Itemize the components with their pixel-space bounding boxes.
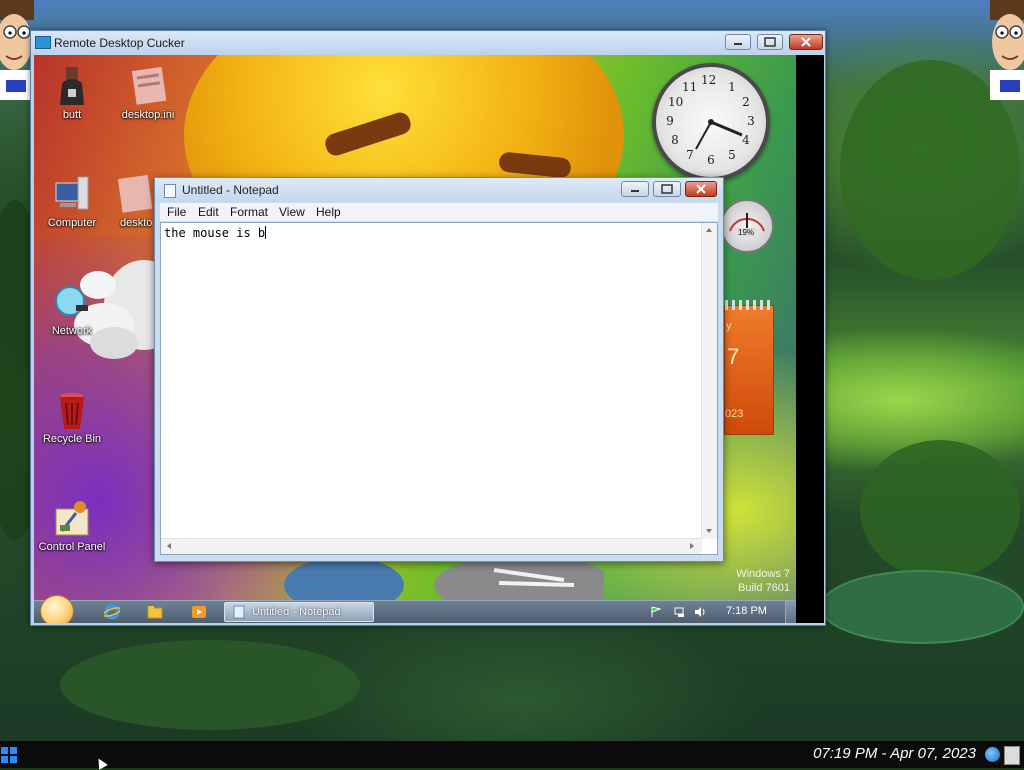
desktop-icon-control-panel[interactable]: Control Panel bbox=[36, 499, 108, 553]
action-center-flag-icon[interactable] bbox=[650, 606, 662, 618]
horizontal-scrollbar[interactable] bbox=[161, 538, 702, 554]
notepad-menubar: File Edit Format View Help bbox=[160, 203, 718, 222]
notepad-icon bbox=[233, 605, 245, 619]
desktop-icon-desktop-ini[interactable]: desktop.ini bbox=[112, 66, 184, 121]
rdp-close-button[interactable] bbox=[789, 34, 823, 50]
settings-file-icon bbox=[116, 175, 152, 213]
user-icon[interactable] bbox=[1004, 746, 1020, 765]
rdp-minimize-button[interactable] bbox=[725, 34, 751, 50]
calendar-gadget[interactable]: y 7 023 bbox=[724, 300, 774, 435]
scroll-up-arrow-icon[interactable] bbox=[706, 228, 712, 232]
menu-format[interactable]: Format bbox=[230, 205, 268, 219]
menu-view[interactable]: View bbox=[279, 205, 305, 219]
notepad-maximize-button[interactable] bbox=[653, 181, 681, 197]
computer-icon bbox=[54, 175, 90, 211]
rdp-window-title: Remote Desktop Cucker bbox=[54, 36, 185, 50]
rdp-session-canvas[interactable]: Windows 7 Build 7601 butt desktop.ini Co… bbox=[34, 55, 824, 623]
notepad-window[interactable]: Untitled - Notepad File Edit Format View… bbox=[154, 177, 724, 562]
desktop-icon-computer[interactable]: Computer bbox=[36, 175, 108, 229]
show-desktop-button[interactable] bbox=[785, 601, 796, 623]
host-taskbar[interactable]: 07:19 PM - Apr 07, 2023 bbox=[0, 741, 1024, 768]
menu-file[interactable]: File bbox=[167, 205, 186, 219]
globe-icon[interactable] bbox=[985, 747, 1000, 762]
network-tray-icon[interactable] bbox=[674, 606, 686, 618]
volume-icon[interactable] bbox=[694, 606, 706, 618]
notepad-title: Untitled - Notepad bbox=[182, 183, 279, 197]
notepad-minimize-button[interactable] bbox=[621, 181, 649, 197]
remote-desktop-icon bbox=[35, 36, 51, 49]
notepad-text-area[interactable]: the mouse is b bbox=[160, 222, 718, 555]
clock-gadget[interactable]: 12 1 2 3 4 5 6 7 8 9 10 11 bbox=[652, 63, 770, 181]
internet-explorer-icon[interactable] bbox=[104, 604, 120, 620]
windows-watermark: Windows 7 Build 7601 bbox=[736, 568, 790, 594]
network-icon bbox=[54, 283, 90, 319]
desktop-icon-network[interactable]: Network bbox=[36, 283, 108, 337]
start-orb-button[interactable] bbox=[40, 595, 74, 623]
file-explorer-icon[interactable] bbox=[147, 604, 163, 620]
remote-desktop-window[interactable]: Remote Desktop Cucker Windows 7 Build 76… bbox=[30, 30, 826, 626]
scroll-left-arrow-icon[interactable] bbox=[167, 543, 171, 549]
notepad-titlebar[interactable]: Untitled - Notepad bbox=[155, 178, 723, 202]
remote-taskbar-clock[interactable]: 7:18 PM bbox=[726, 605, 767, 617]
scroll-down-arrow-icon[interactable] bbox=[706, 529, 712, 533]
vertical-scrollbar[interactable] bbox=[701, 223, 717, 539]
media-player-icon[interactable] bbox=[191, 604, 207, 620]
notepad-close-button[interactable] bbox=[685, 181, 717, 197]
menu-help[interactable]: Help bbox=[316, 205, 341, 219]
lily-pad-image bbox=[820, 570, 1024, 644]
bottle-icon bbox=[54, 67, 90, 105]
cartoon-face-icon[interactable] bbox=[0, 0, 34, 100]
recycle-bin-icon bbox=[54, 391, 90, 429]
rdp-titlebar[interactable]: Remote Desktop Cucker bbox=[31, 31, 825, 55]
taskbar-notepad-button[interactable]: Untitled - Notepad bbox=[224, 602, 374, 622]
remote-taskbar[interactable]: Untitled - Notepad 7:18 PM bbox=[34, 595, 796, 623]
cartoon-face-icon[interactable] bbox=[990, 0, 1024, 100]
desktop-icon-desktop-ini-2[interactable]: deskto bbox=[112, 175, 152, 229]
cpu-meter-gadget[interactable]: 19% bbox=[720, 199, 774, 253]
text-caret bbox=[265, 226, 267, 239]
desktop-icon-butt[interactable]: butt bbox=[36, 67, 108, 121]
host-clock[interactable]: 07:19 PM - Apr 07, 2023 bbox=[813, 745, 976, 762]
desktop-icon-recycle-bin[interactable]: Recycle Bin bbox=[36, 391, 108, 445]
rdp-maximize-button[interactable] bbox=[757, 34, 783, 50]
windows-start-icon[interactable] bbox=[1, 747, 17, 763]
scroll-right-arrow-icon[interactable] bbox=[690, 543, 694, 549]
menu-edit[interactable]: Edit bbox=[198, 205, 219, 219]
notepad-content: the mouse is b bbox=[164, 226, 266, 240]
control-panel-icon bbox=[54, 499, 90, 536]
notepad-icon bbox=[164, 184, 176, 198]
settings-file-icon bbox=[130, 66, 167, 105]
